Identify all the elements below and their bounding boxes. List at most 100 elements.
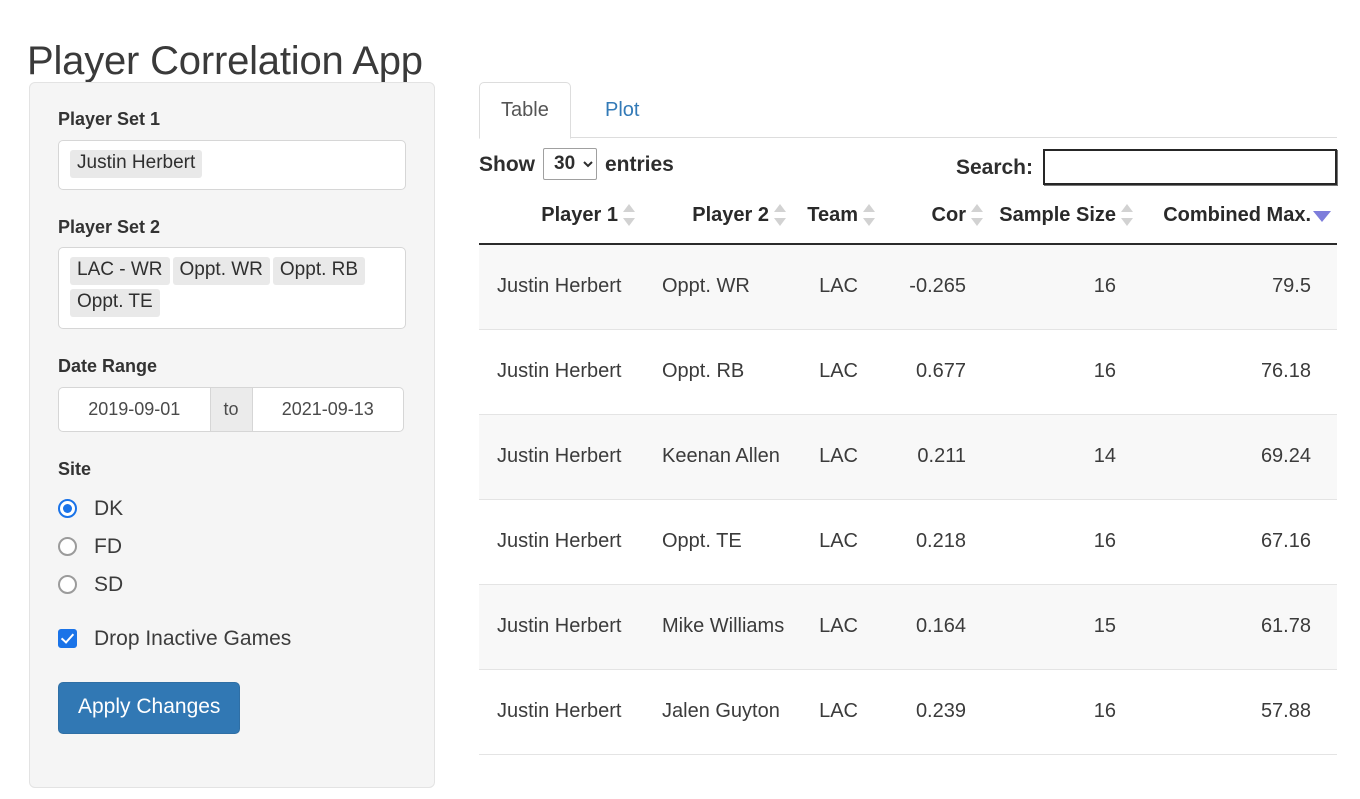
sort-arrows-icon[interactable] bbox=[774, 204, 787, 227]
entries-select[interactable]: 30 bbox=[543, 148, 597, 180]
cell-sample-size: 16 bbox=[992, 499, 1142, 585]
column-header-cor[interactable]: Cor bbox=[884, 203, 992, 246]
column-header-player-1[interactable]: Player 1 bbox=[479, 203, 644, 246]
tab-table[interactable]: Table bbox=[479, 82, 571, 139]
checkmark-icon[interactable] bbox=[58, 628, 77, 648]
table-body: Justin Herbert Oppt. WR LAC -0.265 16 79.5 Jus… bbox=[479, 244, 1337, 755]
cell-player1: Justin Herbert bbox=[479, 499, 644, 585]
column-header-player-1-label: Player 1 bbox=[541, 204, 618, 226]
drop-inactive-games-checkbox-row[interactable]: Drop Inactive Games bbox=[58, 621, 406, 655]
player-set-1-input[interactable]: Justin Herbert bbox=[58, 139, 406, 190]
cell-combined-max: 61.78 bbox=[1142, 584, 1337, 670]
radio-fd-label: FD bbox=[94, 534, 122, 558]
column-header-combined-max-label: Combined Max. bbox=[1163, 204, 1311, 226]
search-label: Search: bbox=[955, 155, 1033, 179]
table-row[interactable]: Justin Herbert Mike Williams LAC 0.164 15 61.… bbox=[479, 584, 1337, 670]
search-control: Search: bbox=[956, 149, 1337, 185]
cell-sample-size: 14 bbox=[992, 414, 1142, 500]
tab-plot[interactable]: Plot bbox=[583, 82, 661, 139]
date-range-group: 2019-09-01 to 2021-09-13 bbox=[58, 386, 405, 432]
radio-dk-icon[interactable] bbox=[58, 498, 77, 518]
cell-combined-max: 67.16 bbox=[1142, 499, 1337, 585]
cell-player2: Oppt. RB bbox=[644, 329, 795, 415]
cell-team: LAC bbox=[795, 414, 884, 500]
column-header-player-2[interactable]: Player 2 bbox=[644, 203, 795, 246]
table-controls: Show 30 entries Search: bbox=[479, 145, 1337, 193]
drop-inactive-games-label: Drop Inactive Games bbox=[94, 626, 292, 650]
table-row[interactable]: Justin Herbert Oppt. TE LAC 0.218 16 67.16 bbox=[479, 499, 1337, 585]
sort-arrows-icon[interactable] bbox=[1121, 204, 1134, 227]
cell-player1: Justin Herbert bbox=[479, 584, 644, 670]
show-prefix-label: Show bbox=[479, 152, 535, 176]
cell-team: LAC bbox=[795, 244, 884, 330]
column-header-cor-label: Cor bbox=[931, 204, 966, 226]
page-title: Player Correlation App bbox=[27, 38, 423, 83]
table-header-row: Player 1 Player 2 Team Cor Sample Size C… bbox=[479, 203, 1337, 246]
sort-arrows-icon[interactable] bbox=[623, 204, 636, 227]
cell-cor: 0.164 bbox=[884, 584, 992, 670]
radio-option-sd[interactable]: SD bbox=[58, 565, 406, 603]
token-player-set-2-2[interactable]: Oppt. RB bbox=[272, 257, 366, 286]
site-label: Site bbox=[58, 458, 92, 479]
correlation-table: Player 1 Player 2 Team Cor Sample Size C… bbox=[479, 203, 1337, 755]
radio-sd-label: SD bbox=[94, 572, 124, 596]
token-player-set-2-1[interactable]: Oppt. WR bbox=[172, 257, 270, 286]
cell-sample-size: 16 bbox=[992, 244, 1142, 330]
cell-player1: Justin Herbert bbox=[479, 414, 644, 500]
cell-player2: Oppt. WR bbox=[644, 244, 795, 330]
radio-option-fd[interactable]: FD bbox=[58, 527, 406, 565]
cell-combined-max: 57.88 bbox=[1142, 669, 1337, 755]
date-start-input[interactable]: 2019-09-01 bbox=[58, 386, 210, 432]
token-player-set-2-0[interactable]: LAC - WR bbox=[70, 257, 170, 286]
player-set-2-input[interactable]: LAC - WR Oppt. WR Oppt. RB Oppt. TE bbox=[58, 247, 406, 330]
cell-team: LAC bbox=[795, 584, 884, 670]
token-player-set-1[interactable]: Justin Herbert bbox=[70, 149, 203, 178]
cell-combined-max: 69.24 bbox=[1142, 414, 1337, 500]
cell-player2: Jalen Guyton bbox=[644, 669, 795, 755]
show-suffix-label: entries bbox=[605, 152, 674, 176]
apply-changes-button[interactable]: Apply Changes bbox=[58, 682, 241, 734]
radio-option-dk[interactable]: DK bbox=[58, 489, 406, 527]
radio-dk-label: DK bbox=[94, 496, 124, 520]
cell-sample-size: 16 bbox=[992, 669, 1142, 755]
cell-team: LAC bbox=[795, 669, 884, 755]
sort-arrows-icon[interactable] bbox=[863, 204, 876, 227]
search-input[interactable] bbox=[1043, 149, 1337, 185]
cell-player1: Justin Herbert bbox=[479, 244, 644, 330]
player-set-1-label: Player Set 1 bbox=[58, 109, 161, 129]
sort-descending-icon[interactable] bbox=[1313, 204, 1331, 226]
token-player-set-2-3[interactable]: Oppt. TE bbox=[70, 289, 160, 318]
cell-team: LAC bbox=[795, 329, 884, 415]
column-header-player-2-label: Player 2 bbox=[692, 204, 769, 226]
date-range-separator: to bbox=[209, 386, 253, 432]
column-header-sample-size[interactable]: Sample Size bbox=[992, 203, 1142, 246]
player-set-2-label: Player Set 2 bbox=[58, 216, 161, 237]
radio-fd-icon[interactable] bbox=[58, 536, 77, 556]
cell-combined-max: 76.18 bbox=[1142, 329, 1337, 415]
cell-cor: 0.239 bbox=[884, 669, 992, 755]
cell-player1: Justin Herbert bbox=[479, 669, 644, 755]
table-row[interactable]: Justin Herbert Jalen Guyton LAC 0.239 16 57.8… bbox=[479, 669, 1337, 755]
cell-player1: Justin Herbert bbox=[479, 329, 644, 415]
table-row[interactable]: Justin Herbert Oppt. RB LAC 0.677 16 76.18 bbox=[479, 329, 1337, 415]
main-panel: Table Plot Show 30 entries Search: Playe… bbox=[479, 82, 1337, 799]
cell-cor: 0.218 bbox=[884, 499, 992, 585]
date-range-label: Date Range bbox=[58, 356, 158, 377]
cell-combined-max: 79.5 bbox=[1142, 244, 1337, 330]
column-header-team-label: Team bbox=[807, 204, 858, 226]
entries-length-control: Show 30 entries bbox=[479, 145, 674, 183]
cell-cor: -0.265 bbox=[884, 244, 992, 330]
table-row[interactable]: Justin Herbert Oppt. WR LAC -0.265 16 79.5 bbox=[479, 244, 1337, 330]
radio-sd-icon[interactable] bbox=[58, 574, 77, 594]
tab-bar: Table Plot bbox=[479, 82, 1337, 139]
sort-arrows-icon[interactable] bbox=[971, 204, 984, 227]
date-end-input[interactable]: 2021-09-13 bbox=[252, 386, 405, 432]
cell-team: LAC bbox=[795, 499, 884, 585]
column-header-team[interactable]: Team bbox=[795, 203, 884, 246]
cell-player2: Oppt. TE bbox=[644, 499, 795, 585]
app-root: Player Correlation App Player Set 1 Just… bbox=[0, 0, 1360, 799]
cell-sample-size: 15 bbox=[992, 584, 1142, 670]
table-row[interactable]: Justin Herbert Keenan Allen LAC 0.211 14 69.2… bbox=[479, 414, 1337, 500]
column-header-combined-max[interactable]: Combined Max. bbox=[1142, 203, 1337, 246]
cell-cor: 0.677 bbox=[884, 329, 992, 415]
